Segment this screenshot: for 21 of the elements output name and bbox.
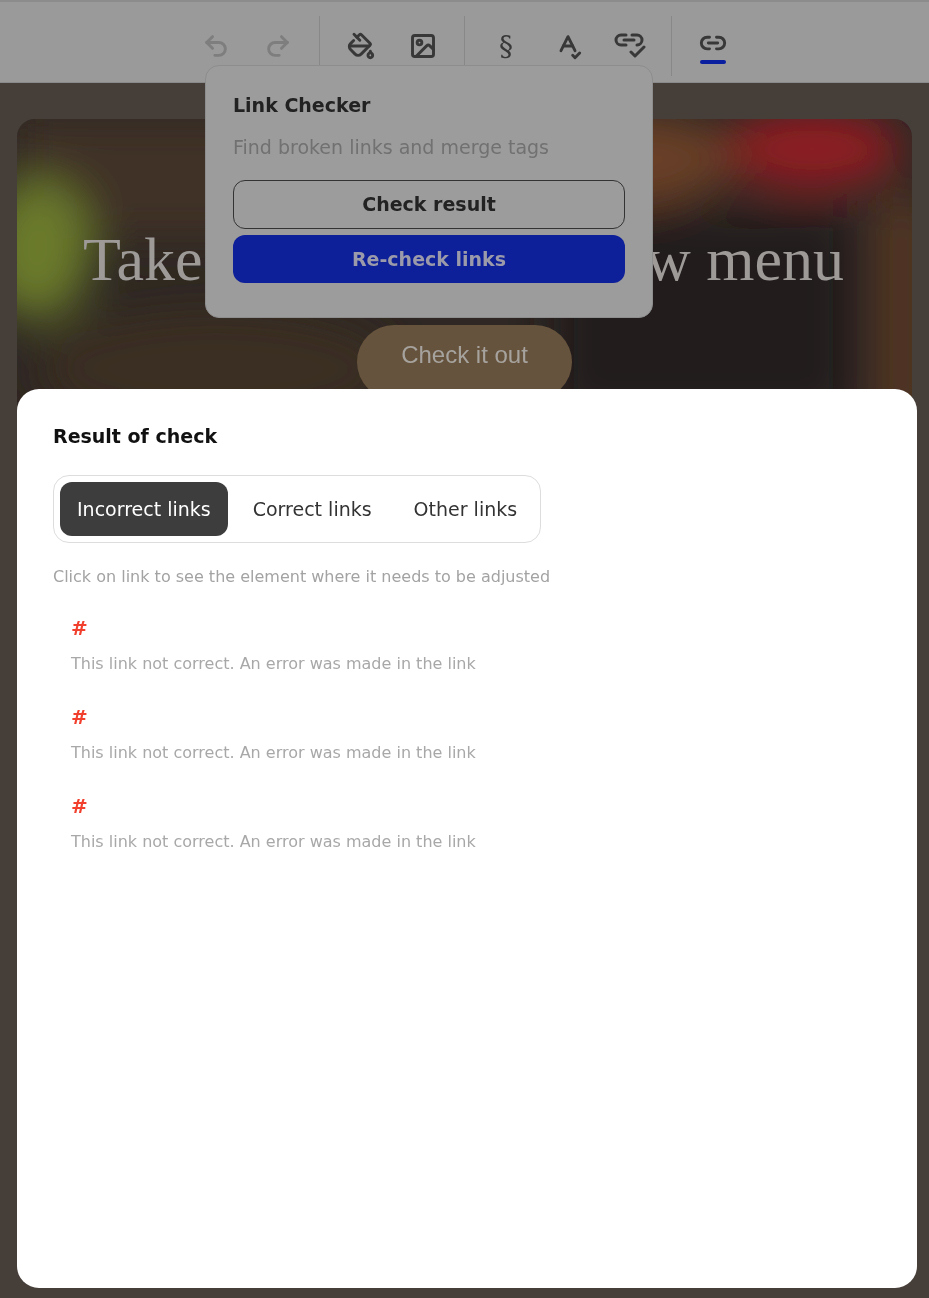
redo-icon [264, 32, 292, 60]
error-message: This link not correct. An error was made in the link [71, 654, 476, 673]
section-button[interactable]: § [485, 25, 527, 67]
headline-text: Take [83, 224, 203, 295]
image-icon [409, 32, 437, 60]
tab[interactable]: Other links [396, 482, 535, 536]
sheet-title: Result of check [53, 425, 219, 447]
error-message: This link not correct. An error was made in the link [71, 832, 476, 851]
paint-bucket-icon [347, 32, 375, 60]
error-message: This link not correct. An error was made in the link [71, 743, 476, 762]
recheck-button[interactable]: Re-check links [233, 234, 625, 283]
hint-text: Click on link to see the element where it needs to be adjusted [53, 567, 552, 586]
popover-title: Link Checker [233, 94, 372, 116]
result-link[interactable]: # [71, 616, 88, 640]
result-link[interactable]: # [71, 794, 88, 818]
undo-icon [202, 32, 230, 60]
tab[interactable]: Incorrect links [60, 482, 228, 536]
section-icon: § [499, 29, 513, 63]
tab[interactable]: Correct links [235, 482, 389, 536]
check-result-button[interactable]: Check result [233, 180, 625, 229]
result-link[interactable]: # [71, 705, 88, 729]
